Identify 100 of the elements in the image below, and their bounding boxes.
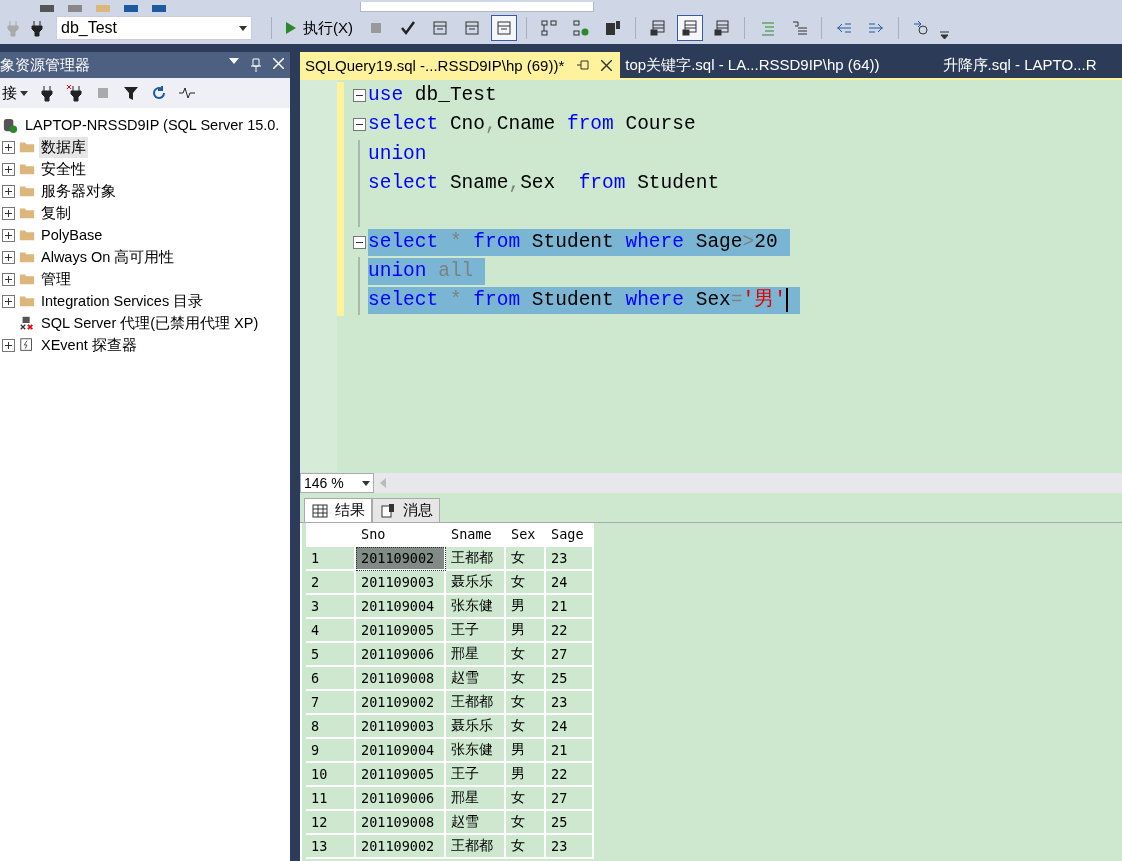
table-cell: 男 <box>506 739 546 763</box>
overflow-icon[interactable] <box>940 30 950 40</box>
row-number: 6 <box>306 667 356 691</box>
table-cell: 王子 <box>446 619 506 643</box>
pin-icon[interactable] <box>576 60 590 70</box>
results-icon <box>649 19 667 37</box>
refresh-icon <box>150 84 168 102</box>
table-cell: 201109006 <box>356 787 446 811</box>
disconnect-icon <box>66 84 84 102</box>
document-tab[interactable]: 升降序.sql - LAPTO...R <box>937 52 1105 78</box>
code-line: select Sname,Sex from Student <box>368 171 720 197</box>
agent-icon <box>19 315 35 331</box>
caret-icon <box>362 480 370 486</box>
results-button[interactable] <box>677 15 703 41</box>
play-icon <box>285 21 297 35</box>
table-cell: 男 <box>506 619 546 643</box>
tree-item[interactable]: XEvent 探查器 <box>39 334 139 356</box>
table-cell: 王都都 <box>446 835 506 859</box>
tree-icon <box>540 19 558 37</box>
database-dropdown[interactable]: db_Test <box>56 16 252 40</box>
table-cell: 女 <box>506 691 546 715</box>
column-header: Sname <box>446 523 506 547</box>
table-cell: 女 <box>506 667 546 691</box>
table-cell: 王都都 <box>446 691 506 715</box>
collapse-icon[interactable] <box>352 89 366 103</box>
table-cell: 男 <box>506 763 546 787</box>
expand-icon[interactable] <box>2 250 15 264</box>
document-tab[interactable]: SQLQuery19.sql -...RSSD9IP\hp (69))* <box>300 52 621 78</box>
row-number: 12 <box>306 811 356 835</box>
collapse-icon[interactable] <box>352 235 366 249</box>
row-number: 10 <box>306 763 356 787</box>
column-header: Sno <box>356 523 446 547</box>
document-tab[interactable]: top关键字.sql - LA...RSSD9IP\hp (64)) <box>620 52 888 78</box>
tree-item[interactable]: 复制 <box>39 202 73 224</box>
toolbar-icon <box>495 19 513 37</box>
table-cell: 22 <box>546 763 594 787</box>
table-cell: 201109002 <box>356 835 446 859</box>
row-number: 4 <box>306 619 356 643</box>
row-number: 1 <box>306 547 356 571</box>
close-icon[interactable] <box>601 59 613 71</box>
table-cell: 男 <box>506 595 546 619</box>
execute-button[interactable]: 执行(X) <box>281 16 357 40</box>
table-cell: 女 <box>506 787 546 811</box>
table-cell: 女 <box>506 547 546 571</box>
expand-icon[interactable] <box>2 162 15 176</box>
table-cell: 聂乐乐 <box>446 715 506 739</box>
expand-icon[interactable] <box>2 294 15 308</box>
collapse-icon[interactable] <box>352 118 366 132</box>
table-cell: 21 <box>546 595 594 619</box>
table-cell: 女 <box>506 811 546 835</box>
row-number: 7 <box>306 691 356 715</box>
expand-icon[interactable] <box>2 272 15 286</box>
tree-item[interactable]: PolyBase <box>39 226 105 244</box>
connect-button[interactable]: 接 <box>2 83 28 103</box>
zoom-dropdown[interactable]: 146 % <box>300 473 374 493</box>
table-cell: 25 <box>546 667 594 691</box>
expand-icon[interactable] <box>2 228 15 242</box>
column-header: Sage <box>546 523 594 547</box>
toolbar-icon <box>463 19 481 37</box>
table-cell: 201109006 <box>356 643 446 667</box>
code-line: union <box>368 141 427 167</box>
results-icon <box>681 19 699 37</box>
panel-title: 象资源管理器 <box>0 55 90 75</box>
tree-item[interactable]: Always On 高可用性 <box>39 246 177 268</box>
row-number: 13 <box>306 835 356 859</box>
tree-item[interactable]: 数据库 <box>39 136 88 158</box>
results-tab[interactable]: 结果 <box>304 498 372 522</box>
expand-icon[interactable] <box>2 140 15 154</box>
toolbar-button[interactable] <box>491 15 517 41</box>
table-cell: 201109008 <box>356 811 446 835</box>
tree-item[interactable]: 安全性 <box>39 158 88 180</box>
tree-item[interactable]: 服务器对象 <box>39 180 118 202</box>
expand-icon[interactable] <box>2 206 15 220</box>
tree-item[interactable]: 管理 <box>39 268 73 290</box>
dropdown-icon[interactable] <box>229 58 239 64</box>
code-line: select Cno,Cname from Course <box>368 112 696 138</box>
table-cell: 王子 <box>446 763 506 787</box>
table-cell: 邢星 <box>446 787 506 811</box>
tree-item[interactable]: SQL Server 代理(已禁用代理 XP) <box>39 312 261 334</box>
table-cell: 27 <box>546 643 594 667</box>
table-cell: 王都都 <box>446 547 506 571</box>
server-node[interactable]: LAPTOP-NRSSD9IP (SQL Server 15.0. <box>23 116 282 134</box>
table-cell: 女 <box>506 715 546 739</box>
expand-icon[interactable] <box>2 184 15 198</box>
tree-item[interactable]: Integration Services 目录 <box>39 290 206 312</box>
row-number: 2 <box>306 571 356 595</box>
plug-icon <box>38 84 56 102</box>
table-cell: 赵雪 <box>446 667 506 691</box>
table-cell: 女 <box>506 571 546 595</box>
table-cell: 女 <box>506 835 546 859</box>
search-field[interactable] <box>360 2 594 12</box>
caret-icon <box>239 25 247 31</box>
table-cell: 24 <box>546 571 594 595</box>
table-cell: 23 <box>546 691 594 715</box>
results-icon <box>713 19 731 37</box>
table-cell: 张东健 <box>446 739 506 763</box>
expand-icon[interactable] <box>2 338 15 352</box>
table-cell: 聂乐乐 <box>446 571 506 595</box>
filter-icon <box>122 84 140 102</box>
results-tab[interactable]: 消息 <box>372 498 440 522</box>
